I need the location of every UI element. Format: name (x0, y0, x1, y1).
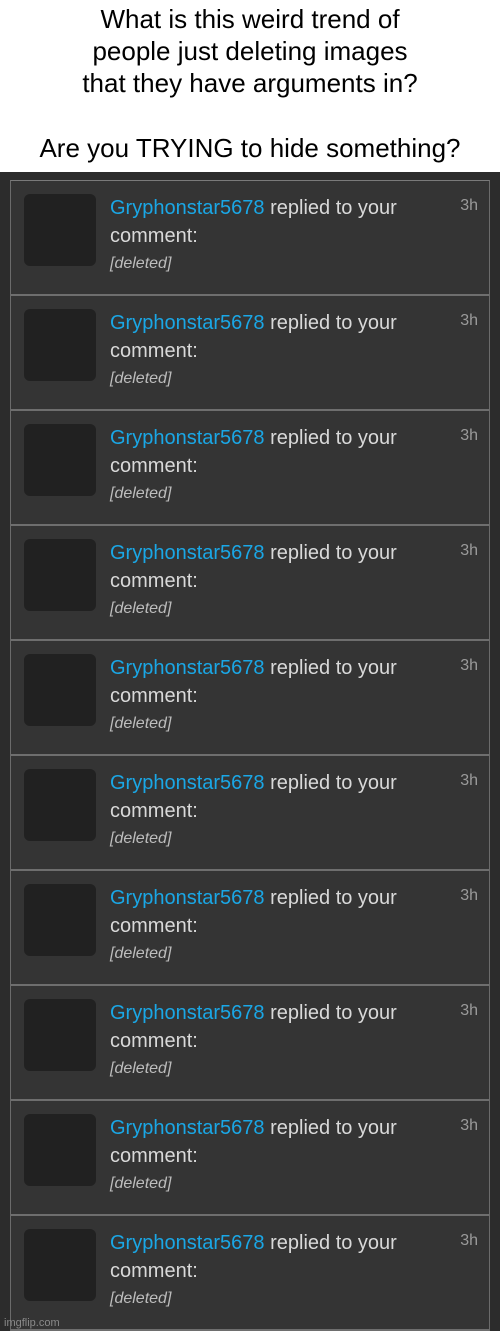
timestamp: 3h (460, 197, 478, 214)
notification-item[interactable]: Gryphonstar5678 replied to your comment:… (11, 181, 489, 296)
avatar[interactable] (24, 424, 96, 496)
avatar[interactable] (24, 1114, 96, 1186)
notification-item[interactable]: Gryphonstar5678 replied to your comment:… (11, 756, 489, 871)
username-link[interactable]: Gryphonstar5678 (110, 312, 265, 334)
avatar[interactable] (24, 1229, 96, 1301)
deleted-comment-text: [deleted] (110, 1175, 172, 1192)
deleted-comment-text: [deleted] (110, 485, 172, 502)
notification-list: Gryphonstar5678 replied to your comment:… (10, 180, 490, 1331)
username-link[interactable]: Gryphonstar5678 (110, 1117, 265, 1139)
notification-message: Gryphonstar5678 replied to your comment: (110, 1229, 430, 1285)
avatar[interactable] (24, 654, 96, 726)
avatar[interactable] (24, 194, 96, 266)
notification-message: Gryphonstar5678 replied to your comment: (110, 194, 430, 250)
username-link[interactable]: Gryphonstar5678 (110, 542, 265, 564)
username-link[interactable]: Gryphonstar5678 (110, 1002, 265, 1024)
deleted-comment-text: [deleted] (110, 830, 172, 847)
avatar[interactable] (24, 884, 96, 956)
deleted-comment-text: [deleted] (110, 945, 172, 962)
meme-caption: What is this weird trend of people just … (0, 0, 500, 172)
username-link[interactable]: Gryphonstar5678 (110, 427, 265, 449)
notification-item[interactable]: Gryphonstar5678 replied to your comment:… (11, 1216, 489, 1331)
notification-item[interactable]: Gryphonstar5678 replied to your comment:… (11, 411, 489, 526)
timestamp: 3h (460, 542, 478, 559)
notification-message: Gryphonstar5678 replied to your comment: (110, 884, 430, 940)
notification-item[interactable]: Gryphonstar5678 replied to your comment:… (11, 526, 489, 641)
avatar[interactable] (24, 999, 96, 1071)
deleted-comment-text: [deleted] (110, 715, 172, 732)
timestamp: 3h (460, 427, 478, 444)
notification-item[interactable]: Gryphonstar5678 replied to your comment:… (11, 641, 489, 756)
notification-message: Gryphonstar5678 replied to your comment: (110, 539, 430, 595)
notifications-panel: Gryphonstar5678 replied to your comment:… (0, 172, 500, 1331)
username-link[interactable]: Gryphonstar5678 (110, 1232, 265, 1254)
imgflip-watermark: imgflip.com (4, 1317, 60, 1329)
deleted-comment-text: [deleted] (110, 1060, 172, 1077)
timestamp: 3h (460, 772, 478, 789)
notification-item[interactable]: Gryphonstar5678 replied to your comment:… (11, 986, 489, 1101)
avatar[interactable] (24, 309, 96, 381)
deleted-comment-text: [deleted] (110, 600, 172, 617)
deleted-comment-text: [deleted] (110, 1290, 172, 1307)
caption-question: What is this weird trend of people just … (82, 4, 418, 98)
notification-message: Gryphonstar5678 replied to your comment: (110, 999, 430, 1055)
deleted-comment-text: [deleted] (110, 370, 172, 387)
username-link[interactable]: Gryphonstar5678 (110, 887, 265, 909)
notification-message: Gryphonstar5678 replied to your comment: (110, 654, 430, 710)
username-link[interactable]: Gryphonstar5678 (110, 657, 265, 679)
avatar[interactable] (24, 539, 96, 611)
notification-item[interactable]: Gryphonstar5678 replied to your comment:… (11, 296, 489, 411)
timestamp: 3h (460, 312, 478, 329)
username-link[interactable]: Gryphonstar5678 (110, 772, 265, 794)
notification-message: Gryphonstar5678 replied to your comment: (110, 1114, 430, 1170)
timestamp: 3h (460, 887, 478, 904)
notification-message: Gryphonstar5678 replied to your comment: (110, 309, 430, 365)
notification-item[interactable]: Gryphonstar5678 replied to your comment:… (11, 871, 489, 986)
timestamp: 3h (460, 1117, 478, 1134)
avatar[interactable] (24, 769, 96, 841)
username-link[interactable]: Gryphonstar5678 (110, 197, 265, 219)
notification-item[interactable]: Gryphonstar5678 replied to your comment:… (11, 1101, 489, 1216)
timestamp: 3h (460, 1232, 478, 1249)
caption-accusation: Are you TRYING to hide something? (39, 133, 461, 163)
deleted-comment-text: [deleted] (110, 255, 172, 272)
timestamp: 3h (460, 1002, 478, 1019)
timestamp: 3h (460, 657, 478, 674)
notification-message: Gryphonstar5678 replied to your comment: (110, 424, 430, 480)
notification-message: Gryphonstar5678 replied to your comment: (110, 769, 430, 825)
